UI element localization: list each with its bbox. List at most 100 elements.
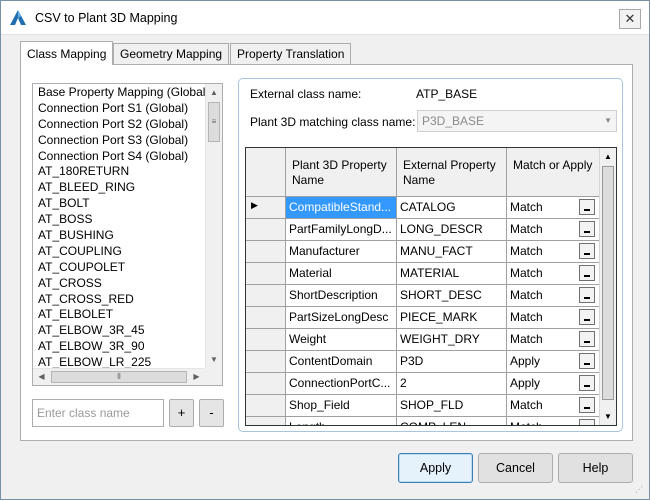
list-item[interactable]: AT_ELBOW_3R_45 [33,322,206,338]
match-or-apply-cell[interactable]: Match [507,241,600,263]
class-list-vertical-scrollbar[interactable]: ▲ ≡ ▼ [205,84,222,368]
list-item[interactable]: AT_BLEED_RING [33,179,206,195]
scroll-right-icon[interactable]: ▶ [188,369,205,385]
dropdown-arrow-icon[interactable] [579,331,595,347]
list-item[interactable]: AT_ELBOW_3R_90 [33,338,206,354]
list-item[interactable]: Connection Port S2 (Global) [33,116,206,132]
match-or-apply-cell[interactable]: Apply [507,351,600,373]
scroll-left-icon[interactable]: ◀ [33,369,50,385]
external-property-cell[interactable]: P3D [397,351,507,373]
dropdown-arrow-icon[interactable] [579,265,595,281]
plant3d-property-cell[interactable]: ShortDescription [286,285,397,307]
match-or-apply-cell[interactable]: Match [507,197,600,219]
tab-class-mapping[interactable]: Class Mapping [20,41,114,65]
scroll-down-icon[interactable]: ▼ [206,351,222,368]
list-item[interactable]: AT_BUSHING [33,227,206,243]
column-header-plant3d-property[interactable]: Plant 3D Property Name [286,148,397,197]
row-header[interactable]: ▶ [246,197,286,219]
external-property-cell[interactable]: SHORT_DESC [397,285,507,307]
dropdown-arrow-icon[interactable] [579,353,595,369]
plant3d-property-cell[interactable]: Manufacturer [286,241,397,263]
grid-vertical-scrollbar[interactable]: ▲ ▼ [599,148,616,425]
row-header[interactable] [246,395,286,417]
external-property-cell[interactable]: PIECE_MARK [397,307,507,329]
tab-property-translation[interactable]: Property Translation [230,43,352,64]
external-property-cell[interactable]: LONG_DESCR [397,219,507,241]
match-or-apply-cell[interactable]: Match [507,329,600,351]
row-header[interactable] [246,241,286,263]
property-grid[interactable]: Plant 3D Property Name External Property… [245,147,617,426]
dropdown-arrow-icon[interactable] [579,375,595,391]
scroll-up-icon[interactable]: ▲ [600,148,616,165]
list-item[interactable]: Connection Port S1 (Global) [33,100,206,116]
list-item[interactable]: Connection Port S3 (Global) [33,132,206,148]
list-item[interactable]: AT_BOLT [33,195,206,211]
close-button[interactable]: ✕ [619,9,641,29]
external-property-cell[interactable]: MANU_FACT [397,241,507,263]
plant3d-property-cell[interactable]: CompatibleStand... [286,197,397,219]
plant3d-property-cell[interactable]: Shop_Field [286,395,397,417]
list-item[interactable]: AT_COUPOLET [33,259,206,275]
list-item[interactable]: AT_BOSS [33,211,206,227]
external-property-cell[interactable]: 2 [397,373,507,395]
dropdown-arrow-icon[interactable] [579,287,595,303]
remove-class-button[interactable]: - [199,399,224,427]
external-property-cell[interactable]: COMP_LEN [397,417,507,425]
list-item[interactable]: AT_ELBOLET [33,306,206,322]
list-item[interactable]: AT_COUPLING [33,243,206,259]
row-header[interactable] [246,351,286,373]
cancel-button[interactable]: Cancel [478,453,553,483]
row-header[interactable] [246,263,286,285]
class-name-input[interactable] [32,399,164,427]
list-item[interactable]: AT_CROSS_RED [33,291,206,307]
resize-grip-icon[interactable]: ⋰ [635,485,645,495]
plant3d-property-cell[interactable]: Length [286,417,397,425]
dropdown-arrow-icon[interactable] [579,397,595,413]
external-property-cell[interactable]: CATALOG [397,197,507,219]
dropdown-arrow-icon[interactable] [579,419,595,425]
plant3d-property-cell[interactable]: ContentDomain [286,351,397,373]
class-list-horizontal-scrollbar[interactable]: ◀ ⦀ ▶ [33,368,205,385]
match-or-apply-cell[interactable]: Match [507,417,600,425]
scroll-thumb[interactable]: ⦀ [51,371,187,383]
list-item[interactable]: AT_180RETURN [33,163,206,179]
dropdown-arrow-icon[interactable] [579,199,595,215]
match-or-apply-cell[interactable]: Match [507,219,600,241]
plant3d-property-cell[interactable]: Material [286,263,397,285]
match-or-apply-cell[interactable]: Match [507,395,600,417]
plant3d-property-cell[interactable]: PartSizeLongDesc [286,307,397,329]
row-header[interactable] [246,373,286,395]
apply-button[interactable]: Apply [398,453,473,483]
list-item[interactable]: Base Property Mapping (Global) [33,84,209,100]
dropdown-arrow-icon[interactable] [579,309,595,325]
dropdown-arrow-icon[interactable] [579,243,595,259]
scroll-thumb[interactable]: ≡ [208,102,220,142]
plant3d-property-cell[interactable]: Weight [286,329,397,351]
add-class-button[interactable]: + [169,399,194,427]
plant3d-property-cell[interactable]: PartFamilyLongD... [286,219,397,241]
match-or-apply-cell[interactable]: Match [507,263,600,285]
scroll-up-icon[interactable]: ▲ [206,84,222,101]
plant3d-property-cell[interactable]: ConnectionPortC... [286,373,397,395]
list-item[interactable]: Connection Port S4 (Global) [33,148,206,164]
row-header[interactable] [246,219,286,241]
help-button[interactable]: Help [558,453,633,483]
row-header[interactable] [246,307,286,329]
column-header-external-property[interactable]: External Property Name [397,148,507,197]
match-or-apply-cell[interactable]: Match [507,307,600,329]
row-header[interactable] [246,417,286,425]
dropdown-arrow-icon[interactable] [579,221,595,237]
class-list[interactable]: Base Property Mapping (Global) Connectio… [32,83,223,386]
external-property-cell[interactable]: WEIGHT_DRY [397,329,507,351]
match-or-apply-cell[interactable]: Match [507,285,600,307]
plant-class-select[interactable]: P3D_BASE ▼ [417,110,617,132]
external-property-cell[interactable]: SHOP_FLD [397,395,507,417]
scroll-thumb[interactable] [602,166,614,400]
external-property-cell[interactable]: MATERIAL [397,263,507,285]
column-header-match-or-apply[interactable]: Match or Apply [507,148,600,197]
tab-geometry-mapping[interactable]: Geometry Mapping [113,43,230,64]
scroll-down-icon[interactable]: ▼ [600,408,616,425]
row-header[interactable] [246,329,286,351]
row-header[interactable] [246,285,286,307]
list-item[interactable]: AT_CROSS [33,275,206,291]
